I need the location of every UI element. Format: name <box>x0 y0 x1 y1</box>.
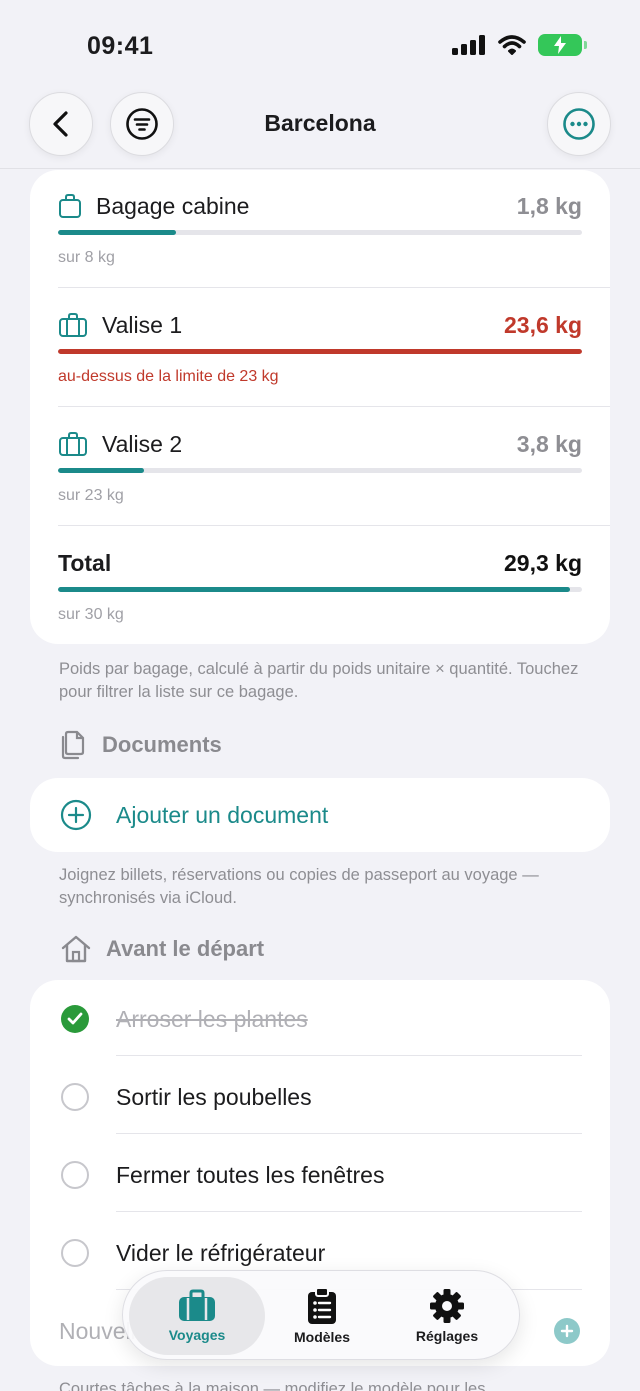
checklist-item-label: Fermer toutes les fenêtres <box>116 1161 385 1188</box>
bag-row-cabin[interactable]: Bagage cabine 1,8 kg sur 8 kg <box>58 186 582 267</box>
luggage-weights-card: Bagage cabine 1,8 kg sur 8 kg Valise 1 2… <box>30 170 610 644</box>
total-weight-bar <box>58 587 582 592</box>
add-document-button[interactable]: Ajouter un document <box>30 778 610 852</box>
before-departure-footnote: Courtes tâches à la maison — modifiez le… <box>59 1380 486 1391</box>
bag-limit-text: sur 8 kg <box>58 249 115 266</box>
row-divider <box>58 287 610 288</box>
bag-weight: 3,8 kg <box>516 430 582 457</box>
before-departure-heading: Avant le départ <box>106 936 265 961</box>
bag-weight: 1,8 kg <box>516 192 582 219</box>
empty-circle-icon[interactable] <box>61 1083 89 1111</box>
documents-icon <box>61 730 85 760</box>
status-time: 09:41 <box>87 32 154 60</box>
bag-name: Valise 1 <box>102 311 183 338</box>
bag-row-valise-1[interactable]: Valise 1 23,6 kg au-dessus de la limite … <box>58 305 582 386</box>
row-divider <box>116 1211 582 1212</box>
documents-footnote: Joignez billets, réservations ou copies … <box>59 866 539 907</box>
page-title: Barcelona <box>264 110 376 136</box>
tab-label: Voyages <box>168 1327 226 1343</box>
checklist-item-label: Vider le réfrigérateur <box>116 1239 326 1266</box>
empty-circle-icon[interactable] <box>61 1161 89 1189</box>
add-task-button[interactable] <box>554 1318 580 1344</box>
checklist-item[interactable]: Arroser les plantes <box>30 980 610 1058</box>
checklist-item-label: Arroser les plantes <box>116 1005 308 1032</box>
bag-weight-bar <box>58 349 582 354</box>
bag-weight-bar <box>58 468 582 473</box>
row-divider <box>116 1133 582 1134</box>
suitcase-icon <box>59 313 87 337</box>
row-divider <box>116 1055 582 1056</box>
status-bar: 09:41 <box>0 0 640 96</box>
cellular-signal-icon <box>452 35 485 55</box>
tab-modeles[interactable]: Modèles <box>254 1277 390 1355</box>
bag-row-valise-2[interactable]: Valise 2 3,8 kg sur 23 kg <box>58 424 582 505</box>
suitcase-icon <box>59 432 87 456</box>
navigation-bar: Barcelona <box>0 90 640 158</box>
bag-name: Valise 2 <box>102 430 183 457</box>
checkmark-circle-icon[interactable] <box>61 1005 89 1033</box>
row-divider <box>58 406 610 407</box>
weights-footnote: Poids par bagage, calculé à partir du po… <box>59 660 579 701</box>
total-row: Total 29,3 kg sur 30 kg <box>58 543 582 624</box>
ellipsis-circle-icon <box>563 108 595 140</box>
plus-circle-icon <box>60 799 92 831</box>
more-button[interactable] <box>547 92 611 156</box>
total-weight: 29,3 kg <box>504 549 582 576</box>
empty-circle-icon[interactable] <box>61 1239 89 1267</box>
checklist-item[interactable]: Fermer toutes les fenêtres <box>30 1136 610 1214</box>
clipboard-list-icon <box>308 1287 336 1324</box>
bag-limit-text: sur 23 kg <box>58 487 124 504</box>
tab-label: Réglages <box>415 1328 479 1344</box>
tab-voyages[interactable]: Voyages <box>129 1277 265 1355</box>
bag-icon <box>59 194 81 218</box>
tab-label: Modèles <box>293 1329 350 1345</box>
row-divider <box>58 525 610 526</box>
before-departure-section-header: Avant le départ <box>60 934 264 964</box>
gear-icon <box>430 1289 464 1323</box>
wifi-icon <box>498 35 526 55</box>
status-icons <box>452 34 587 56</box>
tab-bar: Voyages Modèles Réglages <box>122 1270 520 1360</box>
plus-icon <box>560 1324 574 1338</box>
add-document-label: Ajouter un document <box>116 801 329 828</box>
nav-divider <box>0 168 640 169</box>
bag-weight-bar <box>58 230 582 235</box>
tab-reglages[interactable]: Réglages <box>379 1277 515 1355</box>
bag-weight-over-limit: 23,6 kg <box>504 311 582 338</box>
battery-charging-icon <box>538 34 587 56</box>
documents-heading: Documents <box>102 732 222 757</box>
documents-section-header: Documents <box>60 730 222 760</box>
total-label: Total <box>58 549 112 576</box>
checklist-item[interactable]: Sortir les poubelles <box>30 1058 610 1136</box>
checklist-item-label: Sortir les poubelles <box>116 1083 312 1110</box>
house-icon <box>61 935 91 963</box>
suitcase-icon <box>179 1289 215 1321</box>
bag-over-limit-warning: au-dessus de la limite de 23 kg <box>58 368 279 385</box>
bag-name: Bagage cabine <box>96 192 250 219</box>
total-limit-text: sur 30 kg <box>58 606 124 623</box>
